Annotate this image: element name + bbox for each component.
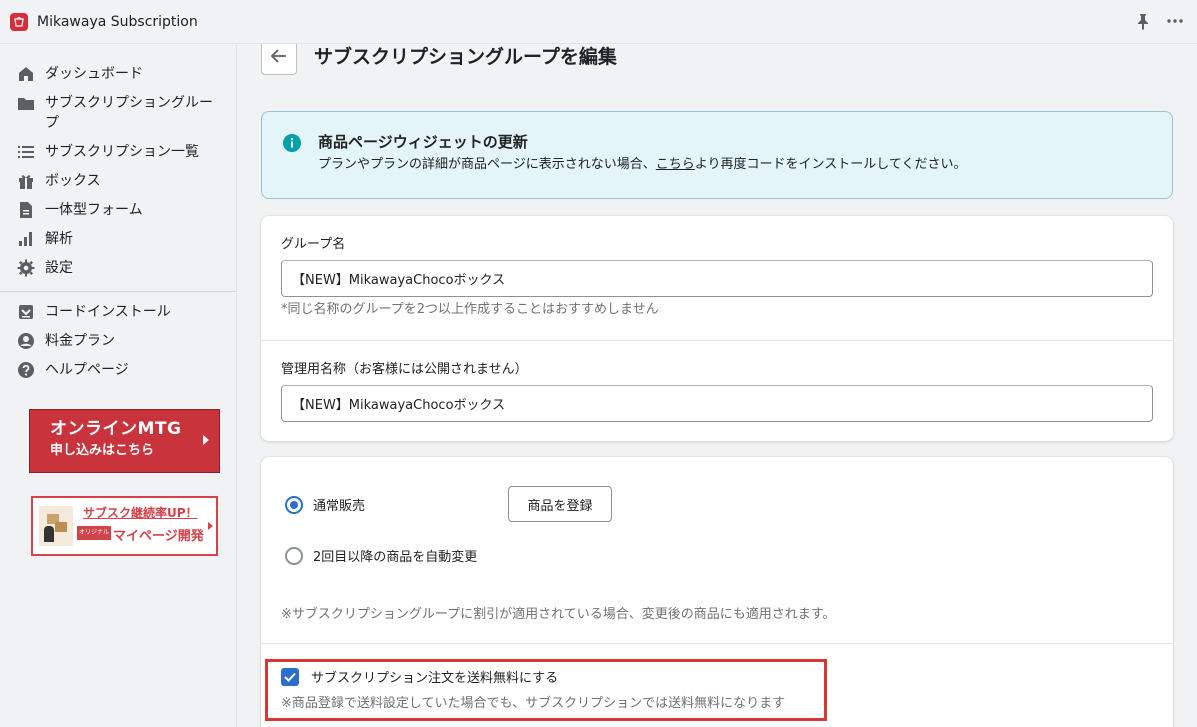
group-name-help: *同じ名称のグループを2つ以上作成することはおすすめしません — [281, 302, 659, 317]
discount-note: ※サブスクリプショングループに割引が適用されている場合、変更後の商品にも適用され… — [281, 607, 836, 622]
sales-settings-card: 通常販売 商品を登録 2回目以降の商品を自動変更 ※サブスクリプショングループに… — [261, 457, 1173, 727]
sidebar-item-analytics[interactable]: 解析 — [0, 225, 236, 254]
mypage-development-banner[interactable]: サブスク継続率UP！ オリジナル マイページ開発 — [31, 496, 218, 556]
register-product-button[interactable]: 商品を登録 — [508, 486, 612, 522]
delivery-illustration — [39, 506, 73, 546]
admin-name-input[interactable] — [281, 385, 1153, 422]
checkbox-checked-icon[interactable] — [281, 667, 299, 686]
online-mtg-banner-subtitle: 申し込みはこちら — [50, 443, 155, 458]
document-icon — [16, 200, 36, 220]
radio-button-checked[interactable] — [285, 495, 303, 514]
radio-button[interactable] — [285, 546, 303, 565]
arrow-right-icon — [208, 522, 213, 530]
group-name-card: グループ名 *同じ名称のグループを2つ以上作成することはおすすめしません 管理用… — [261, 216, 1173, 441]
back-button[interactable] — [261, 44, 297, 75]
group-name-label: グループ名 — [281, 237, 346, 252]
free-shipping-help: ※商品登録で送料設定していた場合でも、サブスクリプションでは送料無料になります — [281, 696, 786, 711]
sidebar-item-code-install[interactable]: コードインストール — [0, 298, 236, 327]
reinstall-code-link[interactable]: こちら — [656, 157, 695, 172]
page-title: サブスクリプショングループを編集 — [314, 46, 617, 68]
install-icon — [16, 302, 36, 322]
help-icon — [16, 360, 36, 380]
sidebar-item-settings[interactable]: 設定 — [0, 254, 236, 283]
radio-normal-sale[interactable]: 通常販売 — [285, 495, 365, 514]
online-mtg-banner[interactable]: オンラインMTG 申し込みはこちら — [29, 409, 220, 473]
section-divider — [261, 643, 1173, 644]
app-logo-icon — [10, 12, 28, 31]
pin-icon[interactable] — [1135, 12, 1151, 30]
folder-icon — [16, 93, 36, 113]
info-icon — [282, 133, 302, 153]
admin-name-label: 管理用名称（お客様には公開されません） — [281, 362, 528, 377]
sidebar-item-pricing-plan[interactable]: 料金プラン — [0, 327, 236, 356]
sidebar: ダッシュボード サブスクリプショングループ サブスクリプション一覧 ボックス 一… — [0, 44, 237, 727]
arrow-left-icon — [270, 48, 287, 67]
more-options-icon[interactable] — [1167, 12, 1183, 30]
mypage-banner-headline: サブスク継続率UP！ — [83, 506, 198, 520]
sidebar-item-help[interactable]: ヘルプページ — [0, 356, 236, 385]
arrow-right-icon — [203, 435, 209, 445]
sidebar-divider — [0, 291, 236, 292]
info-banner: 商品ページウィジェットの更新 プランやプランの詳細が商品ページに表示されない場合… — [261, 111, 1173, 199]
mypage-banner-title: マイページ開発 — [113, 529, 204, 544]
online-mtg-banner-title: オンラインMTG — [50, 419, 182, 439]
home-icon — [16, 64, 36, 84]
app-title: Mikawaya Subscription — [37, 13, 198, 30]
info-banner-title: 商品ページウィジェットの更新 — [318, 133, 528, 151]
group-name-input[interactable] — [281, 260, 1153, 297]
main-content: サブスクリプショングループを編集 商品ページウィジェットの更新 プランやプランの… — [238, 44, 1197, 727]
sidebar-item-subscription-groups[interactable]: サブスクリプショングループ — [0, 89, 236, 138]
info-banner-text: プランやプランの詳細が商品ページに表示されない場合、こちらより再度コードをインス… — [318, 157, 967, 172]
original-tag: オリジナル — [77, 526, 112, 540]
user-circle-icon — [16, 331, 36, 351]
top-bar: Mikawaya Subscription — [0, 0, 1197, 44]
gear-icon — [16, 258, 36, 278]
sidebar-item-subscription-list[interactable]: サブスクリプション一覧 — [0, 138, 236, 167]
gift-icon — [16, 171, 36, 191]
free-shipping-checkbox-row[interactable]: サブスクリプション注文を送料無料にする — [281, 667, 558, 686]
bar-chart-icon — [16, 229, 36, 249]
list-icon — [16, 142, 36, 162]
sidebar-item-integrated-form[interactable]: 一体型フォーム — [0, 196, 236, 225]
sidebar-item-dashboard[interactable]: ダッシュボード — [0, 60, 236, 89]
radio-auto-change[interactable]: 2回目以降の商品を自動変更 — [285, 546, 477, 565]
section-divider — [261, 340, 1173, 341]
sidebar-item-box[interactable]: ボックス — [0, 167, 236, 196]
